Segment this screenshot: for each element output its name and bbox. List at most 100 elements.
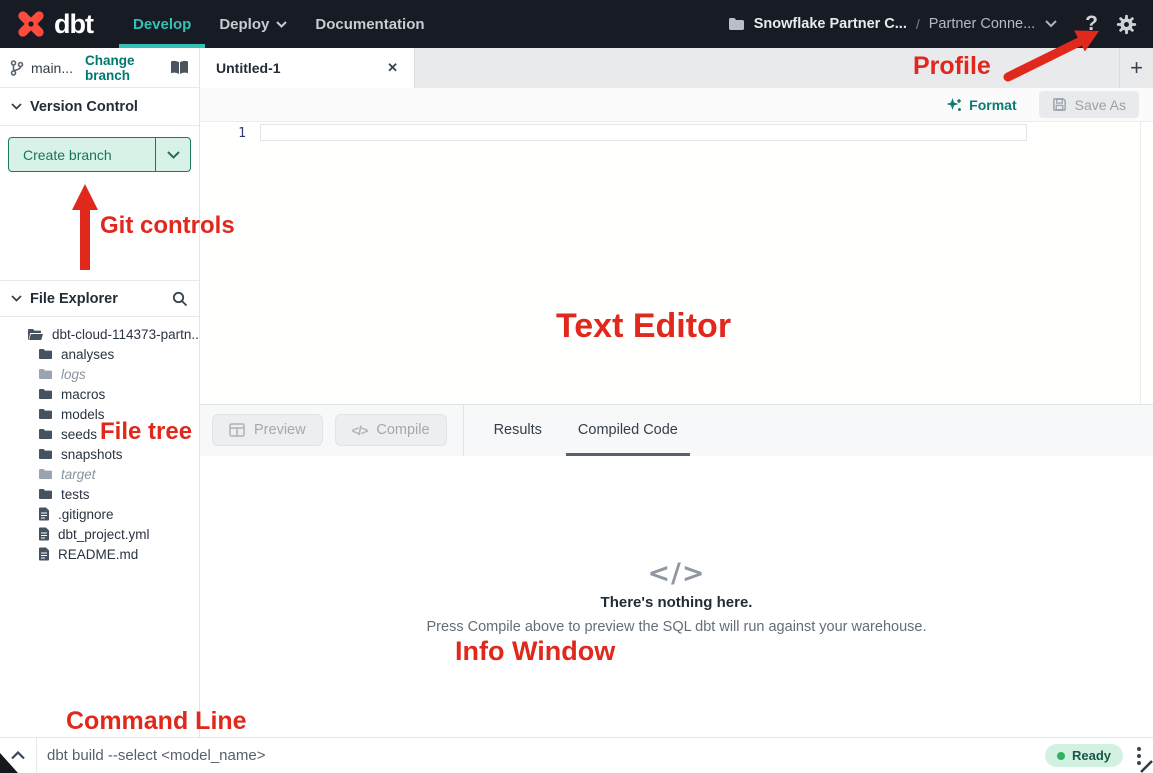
docs-book-icon[interactable] bbox=[170, 60, 189, 75]
version-control-title: Version Control bbox=[30, 99, 138, 115]
annotation-profile: Profile bbox=[913, 52, 991, 81]
nav-deploy-label: Deploy bbox=[219, 16, 269, 33]
table-icon bbox=[229, 423, 245, 437]
tree-item-label: analyses bbox=[61, 347, 114, 362]
info-panel-header: Preview </> Compile Results Compiled Cod… bbox=[200, 404, 1153, 456]
nav-documentation-label: Documentation bbox=[315, 16, 424, 33]
save-icon bbox=[1052, 97, 1067, 112]
format-label: Format bbox=[969, 97, 1016, 113]
change-branch-link[interactable]: Change branch bbox=[85, 53, 170, 83]
editor-tabbar: Untitled-1 ✕ + bbox=[200, 48, 1153, 88]
gear-icon[interactable] bbox=[1116, 14, 1137, 35]
tree-item-readme[interactable]: README.md bbox=[0, 544, 199, 564]
nav-documentation[interactable]: Documentation bbox=[301, 0, 438, 48]
folder-icon bbox=[728, 17, 745, 31]
tab-compiled-code[interactable]: Compiled Code bbox=[578, 404, 678, 456]
command-line-bar: Ready bbox=[0, 737, 1153, 773]
format-button[interactable]: Format bbox=[946, 97, 1016, 113]
top-navbar: dbt Develop Deploy Documentation Snowfla… bbox=[0, 0, 1153, 48]
tree-item-label: macros bbox=[61, 387, 105, 402]
compiled-code-tab-label: Compiled Code bbox=[578, 422, 678, 438]
line-number: 1 bbox=[200, 126, 246, 141]
active-tab-underline bbox=[566, 453, 690, 456]
tree-item-label: README.md bbox=[58, 547, 138, 562]
tree-item-label: dbt-cloud-114373-partn... bbox=[52, 327, 199, 342]
tree-item-label: target bbox=[61, 467, 96, 482]
create-branch-button[interactable]: Create branch bbox=[8, 137, 191, 172]
tree-item-label: snapshots bbox=[61, 447, 123, 462]
text-editor[interactable]: 1 bbox=[200, 122, 1153, 404]
help-icon[interactable]: ? bbox=[1085, 12, 1098, 36]
nav-develop[interactable]: Develop bbox=[119, 0, 205, 48]
branch-row: main... Change branch bbox=[0, 48, 199, 88]
chevron-up-icon[interactable] bbox=[0, 738, 37, 773]
nav-develop-label: Develop bbox=[133, 16, 191, 33]
file-icon bbox=[38, 527, 50, 541]
save-as-button[interactable]: Save As bbox=[1039, 91, 1139, 118]
kebab-menu-icon[interactable] bbox=[1137, 747, 1141, 765]
version-control-header[interactable]: Version Control bbox=[0, 88, 199, 126]
folder-icon bbox=[38, 408, 53, 420]
breadcrumb-separator: / bbox=[916, 16, 920, 32]
dbt-logo[interactable]: dbt bbox=[14, 7, 93, 41]
tree-item-label: .gitignore bbox=[58, 507, 114, 522]
compile-label: Compile bbox=[376, 422, 429, 438]
tree-item-tests[interactable]: tests bbox=[0, 484, 199, 504]
chevron-down-icon bbox=[11, 295, 22, 302]
command-input[interactable] bbox=[37, 747, 1045, 764]
nav-deploy[interactable]: Deploy bbox=[205, 0, 301, 48]
tree-item-label: models bbox=[61, 407, 105, 422]
folder-icon bbox=[38, 388, 53, 400]
tab-untitled-1[interactable]: Untitled-1 ✕ bbox=[200, 48, 415, 88]
tree-item-gitignore[interactable]: .gitignore bbox=[0, 504, 199, 524]
compile-button[interactable]: </> Compile bbox=[335, 414, 447, 446]
folder-icon bbox=[38, 468, 53, 480]
new-tab-button[interactable]: + bbox=[1119, 48, 1153, 88]
preview-label: Preview bbox=[254, 422, 306, 438]
folder-icon bbox=[38, 368, 53, 380]
status-dot bbox=[1057, 752, 1065, 760]
tree-item-dbt-project-yml[interactable]: dbt_project.yml bbox=[0, 524, 199, 544]
breadcrumb-chevron-down-icon[interactable] bbox=[1045, 20, 1057, 28]
tree-item-macros[interactable]: macros bbox=[0, 384, 199, 404]
primary-nav: Develop Deploy Documentation bbox=[119, 0, 439, 48]
tree-item-snapshots[interactable]: snapshots bbox=[0, 444, 199, 464]
file-explorer-header[interactable]: File Explorer bbox=[0, 280, 199, 317]
tab-results[interactable]: Results bbox=[494, 404, 542, 456]
tab-label: Untitled-1 bbox=[216, 60, 281, 76]
annotation-info-window: Info Window bbox=[455, 636, 615, 667]
create-branch-dropdown[interactable] bbox=[155, 138, 190, 171]
tree-item-project-root[interactable]: dbt-cloud-114373-partn... bbox=[0, 324, 199, 344]
logo-text: dbt bbox=[54, 9, 93, 40]
tree-item-label: tests bbox=[61, 487, 90, 502]
folder-icon bbox=[38, 348, 53, 360]
current-branch-name: main... bbox=[31, 60, 73, 76]
editor-toolbar: Format Save As bbox=[200, 88, 1153, 122]
annotation-text-editor: Text Editor bbox=[556, 307, 731, 346]
code-icon: </> bbox=[352, 423, 368, 438]
main-area: Untitled-1 ✕ + Format Save As bbox=[200, 48, 1153, 737]
info-window: </> There's nothing here. Press Compile … bbox=[200, 456, 1153, 738]
breadcrumb-project[interactable]: Snowflake Partner C... bbox=[754, 16, 907, 32]
tree-item-target[interactable]: target bbox=[0, 464, 199, 484]
sidebar: main... Change branch Version Control Cr… bbox=[0, 48, 200, 737]
folder-open-icon bbox=[27, 328, 44, 341]
active-line[interactable] bbox=[260, 124, 1027, 141]
tree-item-analyses[interactable]: analyses bbox=[0, 344, 199, 364]
info-panel-tabs: Results Compiled Code bbox=[494, 404, 678, 456]
file-icon bbox=[38, 547, 50, 561]
dbt-logo-icon bbox=[14, 7, 48, 41]
empty-state-title: There's nothing here. bbox=[601, 594, 753, 611]
folder-icon bbox=[38, 488, 53, 500]
tree-item-logs[interactable]: logs bbox=[0, 364, 199, 384]
tree-item-label: dbt_project.yml bbox=[58, 527, 150, 542]
divider bbox=[463, 405, 464, 456]
editor-scroll-gutter bbox=[1140, 122, 1141, 404]
annotation-git-controls: Git controls bbox=[100, 212, 235, 240]
preview-button[interactable]: Preview bbox=[212, 414, 323, 446]
breadcrumb-environment[interactable]: Partner Conne... bbox=[929, 16, 1035, 32]
file-icon bbox=[38, 507, 50, 521]
close-icon[interactable]: ✕ bbox=[387, 60, 398, 76]
results-tab-label: Results bbox=[494, 422, 542, 438]
search-icon[interactable] bbox=[172, 291, 188, 307]
